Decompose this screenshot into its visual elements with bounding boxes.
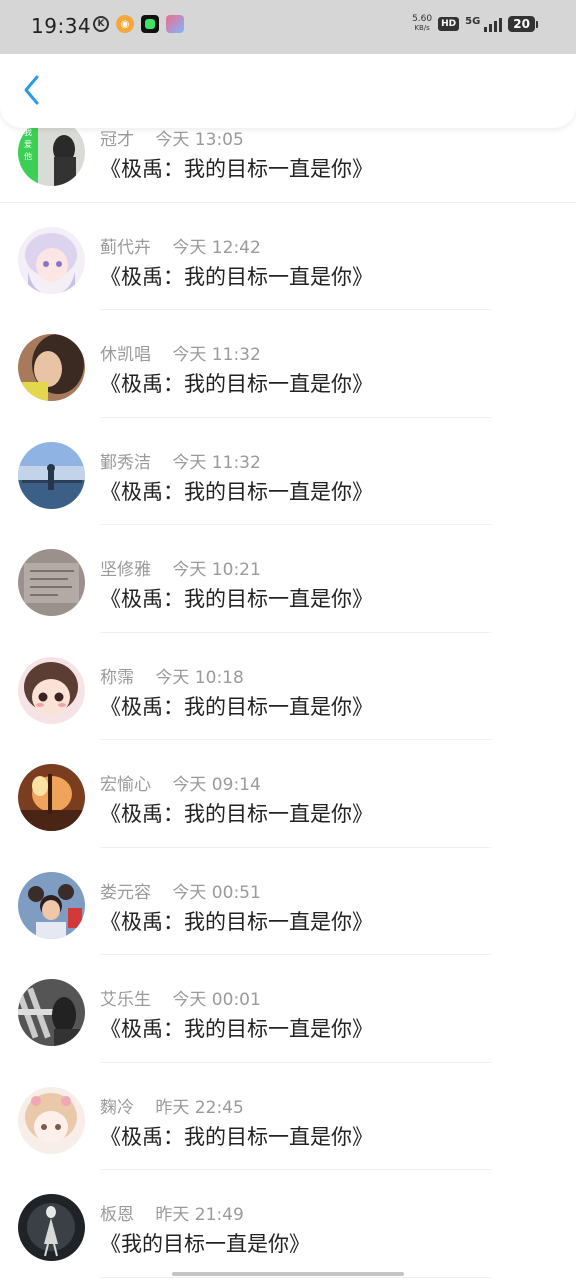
comment-text: 《极禹：我的目标一直是你》 xyxy=(100,1017,373,1041)
timestamp: 昨天 22:45 xyxy=(155,1097,244,1118)
svg-text:我: 我 xyxy=(24,127,32,137)
status-bar: 19:34 K ◉ 5.60 KB/s HD 5G 20 xyxy=(0,0,576,54)
comment-text: 《极禹：我的目标一直是你》 xyxy=(100,264,373,289)
username[interactable]: 蓟代卉 xyxy=(100,238,151,258)
timestamp: 昨天 21:49 xyxy=(155,1205,244,1225)
comment-meta: 坚修雅 今天 10:21 xyxy=(100,555,261,580)
battery-icon: 20 xyxy=(508,16,538,32)
comment-meta: 称霈 今天 10:18 xyxy=(100,663,244,688)
comment-text: 《极禹：我的目标一直是你》 xyxy=(100,372,373,396)
timestamp: 今天 12:42 xyxy=(172,237,261,258)
username[interactable]: 坚修雅 xyxy=(100,560,151,580)
comment-meta: 娄元容 今天 00:51 xyxy=(100,878,261,903)
status-indicators: 5.60 KB/s HD 5G 20 xyxy=(412,15,538,33)
notification-icons: K ◉ xyxy=(93,15,184,33)
avatar[interactable] xyxy=(18,656,85,724)
comment-list: 我 爱 他 冠才 今天 13:05 《极禹：我的目标一直是你》 蓟代卉 今天 1… xyxy=(0,95,576,1278)
comment-item[interactable]: 麴冷 昨天 22:45 《极禹：我的目标一直是你》 xyxy=(0,1063,576,1171)
comment-meta: 休凯唱 今天 11:32 xyxy=(100,340,261,365)
comment-item[interactable]: 板恩 昨天 21:49 《我的目标一直是你》 xyxy=(0,1170,576,1278)
timestamp: 今天 00:51 xyxy=(172,882,261,903)
weibo-icon: ◉ xyxy=(116,15,134,33)
game-app-icon xyxy=(166,15,184,33)
comment-text: 《极禹：我的目标一直是你》 xyxy=(100,802,373,826)
avatar[interactable] xyxy=(18,226,85,294)
username[interactable]: 休凯唱 xyxy=(100,345,151,365)
svg-text:他: 他 xyxy=(24,151,32,161)
comment-meta: 鄞秀洁 今天 11:32 xyxy=(100,448,261,473)
status-time: 19:34 xyxy=(31,14,92,38)
comment-item[interactable]: 坚修雅 今天 10:21 《极禹：我的目标一直是你》 xyxy=(0,525,576,633)
chevron-left-icon xyxy=(24,75,39,105)
header-bar xyxy=(0,54,576,128)
timestamp: 今天 10:21 xyxy=(172,560,261,580)
username[interactable]: 称霈 xyxy=(100,668,134,688)
avatar[interactable] xyxy=(18,764,85,831)
avatar[interactable] xyxy=(18,549,85,616)
back-button[interactable] xyxy=(14,72,50,108)
comment-meta: 冠才 今天 13:05 xyxy=(100,125,244,150)
avatar[interactable] xyxy=(18,979,85,1046)
comment-item[interactable]: 娄元容 今天 00:51 《极禹：我的目标一直是你》 xyxy=(0,848,576,956)
comment-text: 《极禹：我的目标一直是你》 xyxy=(100,157,373,181)
comment-text: 《极禹：我的目标一直是你》 xyxy=(100,1124,373,1149)
timestamp: 今天 09:14 xyxy=(172,775,261,795)
timestamp: 今天 10:18 xyxy=(155,667,244,688)
comment-text: 《极禹：我的目标一直是你》 xyxy=(100,587,373,611)
comment-item[interactable]: 休凯唱 今天 11:32 《极禹：我的目标一直是你》 xyxy=(0,310,576,418)
avatar[interactable] xyxy=(18,871,85,939)
comment-item[interactable]: 称霈 今天 10:18 《极禹：我的目标一直是你》 xyxy=(0,633,576,741)
avatar[interactable] xyxy=(18,1194,85,1261)
network-speed: 5.60 KB/s xyxy=(412,15,432,33)
comment-meta: 宏愉心 今天 09:14 xyxy=(100,770,261,795)
network-speed-value: 5.60 xyxy=(412,14,433,24)
comment-item[interactable]: 宏愉心 今天 09:14 《极禹：我的目标一直是你》 xyxy=(0,740,576,848)
timestamp: 今天 11:32 xyxy=(172,345,261,365)
comment-item[interactable]: 艾乐生 今天 00:01 《极禹：我的目标一直是你》 xyxy=(0,955,576,1063)
comment-meta: 蓟代卉 今天 12:42 xyxy=(100,233,261,258)
comment-item[interactable]: 蓟代卉 今天 12:42 《极禹：我的目标一直是你》 xyxy=(0,203,576,311)
battery-level: 20 xyxy=(508,16,535,32)
svg-text:爱: 爱 xyxy=(24,140,32,149)
comment-item[interactable]: 鄞秀洁 今天 11:32 《极禹：我的目标一直是你》 xyxy=(0,418,576,526)
comment-text: 《极禹：我的目标一直是你》 xyxy=(100,909,373,934)
username[interactable]: 鄞秀洁 xyxy=(100,453,151,473)
avatar[interactable] xyxy=(18,1086,85,1154)
comment-meta: 板恩 昨天 21:49 xyxy=(100,1200,244,1225)
hd-icon: HD xyxy=(438,17,460,31)
timestamp: 今天 13:05 xyxy=(155,130,244,150)
avatar[interactable]: 我 爱 他 xyxy=(18,119,85,186)
network-type: 5G xyxy=(465,16,481,27)
username[interactable]: 冠才 xyxy=(100,130,134,150)
comment-text: 《极禹：我的目标一直是你》 xyxy=(100,479,373,504)
k-icon: K xyxy=(93,16,109,32)
username[interactable]: 麴冷 xyxy=(100,1098,134,1118)
avatar[interactable] xyxy=(18,334,85,401)
green-app-icon xyxy=(141,15,159,33)
username[interactable]: 宏愉心 xyxy=(100,775,151,795)
network-speed-unit: KB/s xyxy=(414,24,430,32)
comment-text: 《极禹：我的目标一直是你》 xyxy=(100,694,373,719)
home-indicator[interactable] xyxy=(172,1272,404,1276)
comment-text: 《我的目标一直是你》 xyxy=(100,1232,310,1256)
timestamp: 今天 11:32 xyxy=(172,452,261,473)
avatar[interactable] xyxy=(18,441,85,509)
comment-meta: 艾乐生 今天 00:01 xyxy=(100,985,261,1010)
timestamp: 今天 00:01 xyxy=(172,990,261,1010)
username[interactable]: 娄元容 xyxy=(100,883,151,903)
username[interactable]: 艾乐生 xyxy=(100,990,151,1010)
comment-meta: 麴冷 昨天 22:45 xyxy=(100,1093,244,1118)
signal-icon: 5G xyxy=(465,16,503,32)
username[interactable]: 板恩 xyxy=(100,1205,134,1225)
